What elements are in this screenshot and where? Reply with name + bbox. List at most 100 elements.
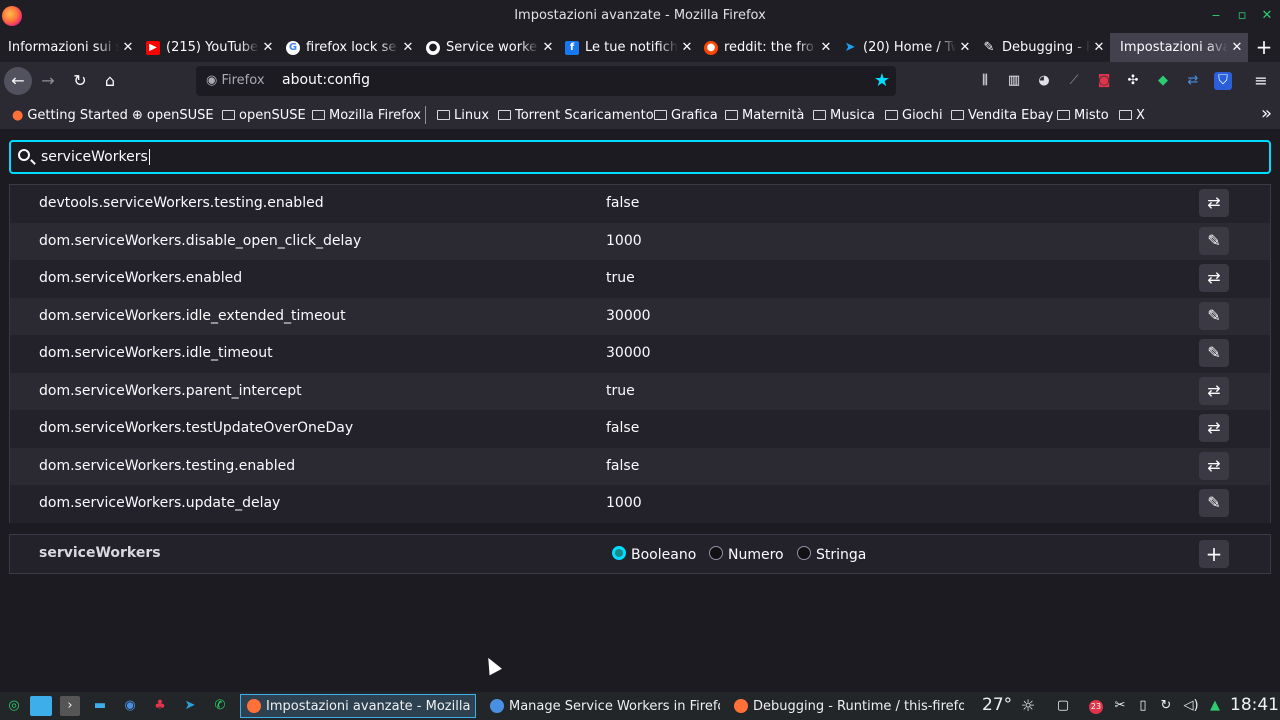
forward-button[interactable]: → — [34, 67, 62, 95]
tab-informazioni[interactable]: Informazioni sui s ✕ — [0, 33, 139, 62]
home-button[interactable]: ⌂ — [96, 67, 124, 95]
task-manage-service-workers[interactable]: Manage Service Workers in Firefox... — [484, 694, 720, 718]
app-red-icon[interactable]: ♣ — [150, 696, 170, 716]
notification-badge[interactable]: 23 — [1089, 700, 1103, 714]
type-radio-booleano[interactable]: Booleano — [612, 546, 696, 563]
app-launcher-icon[interactable]: ◎ — [4, 696, 24, 716]
bookmark-folder-misto[interactable]: Misto — [1057, 106, 1109, 124]
close-window-icon[interactable]: ✕ — [1258, 7, 1276, 25]
bookmark-folder-opensuse[interactable]: openSUSE — [222, 106, 306, 124]
library-icon[interactable]: ⫼ — [976, 72, 994, 90]
tab-github[interactable]: ● Service worke ✕ — [420, 33, 559, 62]
url-bar[interactable]: ◉ Firefox about:config ★ — [196, 66, 896, 96]
network-icon[interactable]: ✂ — [1111, 696, 1129, 716]
tab-google[interactable]: G firefox lock se ✕ — [280, 33, 419, 62]
tab-close-icon[interactable]: ✕ — [956, 40, 974, 55]
bookmark-folder-grafica[interactable]: Grafica — [654, 106, 718, 124]
tab-reddit[interactable]: ● reddit: the fro ✕ — [698, 33, 837, 62]
bookmark-folder-torrent[interactable]: Torrent Scaricamento — [498, 106, 654, 124]
minimize-icon[interactable]: ‒ — [1207, 7, 1225, 25]
bookmark-folder-musica[interactable]: Musica — [813, 106, 875, 124]
edit-pencil-icon[interactable]: ✎ — [1199, 339, 1229, 367]
pref-row[interactable]: dom.serviceWorkers.enabled true ⇄ — [10, 260, 1270, 298]
profile-icon[interactable]: ◕ — [1035, 72, 1053, 90]
preference-search-input[interactable]: serviceWorkers — [9, 140, 1271, 174]
wifi-icon[interactable]: ↻ — [1157, 696, 1175, 716]
sun-icon[interactable]: ☼ — [1018, 696, 1038, 716]
tab-youtube[interactable]: ▶ (215) YouTube ✕ — [140, 33, 279, 62]
battery-icon[interactable]: ▯ — [1134, 696, 1152, 716]
extension-puzzle-icon[interactable]: ✣ — [1124, 72, 1142, 90]
toggle-icon[interactable]: ⇄ — [1199, 264, 1229, 292]
search-value[interactable]: serviceWorkers — [41, 149, 150, 165]
desktop-icon[interactable] — [30, 696, 52, 716]
type-radio-stringa[interactable]: Stringa — [797, 546, 866, 563]
maximize-icon[interactable]: ▫ — [1233, 7, 1251, 25]
edit-pencil-icon[interactable]: ✎ — [1199, 301, 1229, 330]
clock[interactable]: 18:41 — [1230, 695, 1279, 715]
pref-row[interactable]: dom.serviceWorkers.idle_timeout 30000 ✎ — [10, 335, 1270, 373]
tab-close-icon[interactable]: ✕ — [817, 40, 835, 55]
telegram-icon[interactable]: ➤ — [180, 696, 200, 716]
tab-close-icon[interactable]: ✕ — [1228, 40, 1246, 55]
tray-expand-icon[interactable]: ▲ — [1208, 696, 1222, 716]
pref-row[interactable]: devtools.serviceWorkers.testing.enabled … — [10, 185, 1270, 223]
terminal-icon[interactable]: › — [60, 696, 80, 716]
pref-row[interactable]: dom.serviceWorkers.disable_open_click_de… — [10, 222, 1270, 260]
pref-row[interactable]: dom.serviceWorkers.parent_intercept true… — [10, 372, 1270, 410]
extension-green-icon[interactable]: ◆ — [1154, 72, 1172, 90]
screenshot-icon[interactable]: ◙ — [1095, 72, 1113, 90]
volume-icon[interactable]: ◁) — [1182, 696, 1200, 716]
bookmark-folder-vendita-ebay[interactable]: Vendita Ebay — [951, 106, 1053, 124]
back-button[interactable]: ← — [4, 67, 32, 95]
tab-debugging[interactable]: ✎ Debugging - R ✕ — [976, 33, 1110, 62]
tab-facebook[interactable]: f Le tue notifich ✕ — [559, 33, 698, 62]
bookmark-folder-giochi[interactable]: Giochi — [885, 106, 943, 124]
url-input[interactable]: about:config — [282, 72, 370, 88]
edit-pencil-icon[interactable]: ✎ — [1199, 489, 1229, 517]
bookmark-folder-x[interactable]: X — [1119, 106, 1145, 124]
pref-row[interactable]: dom.serviceWorkers.idle_extended_timeout… — [10, 297, 1270, 335]
translate-icon[interactable]: ⇄ — [1184, 72, 1202, 90]
toggle-icon[interactable]: ⇄ — [1199, 451, 1229, 480]
toggle-icon[interactable]: ⇄ — [1199, 189, 1229, 217]
sidebar-icon[interactable]: ▥ — [1005, 72, 1023, 90]
bookmark-getting-started[interactable]: ● Getting Started — [12, 106, 128, 124]
tab-impostazioni-avanzate[interactable]: Impostazioni ava ✕ — [1110, 33, 1248, 62]
tab-close-icon[interactable]: ✕ — [259, 40, 277, 55]
tab-close-icon[interactable]: ✕ — [1090, 40, 1108, 55]
reload-button[interactable]: ↻ — [66, 67, 94, 95]
add-pref-button[interactable]: + — [1199, 540, 1229, 568]
type-radio-numero[interactable]: Numero — [709, 546, 784, 563]
tab-close-icon[interactable]: ✕ — [539, 40, 557, 55]
bookmark-folder-maternita[interactable]: Maternità — [725, 106, 804, 124]
pref-row[interactable]: dom.serviceWorkers.testUpdateOverOneDay … — [10, 410, 1270, 448]
identity-label[interactable]: ◉ Firefox — [206, 73, 265, 88]
new-tab-button[interactable]: + — [1248, 33, 1280, 62]
chromium-icon[interactable]: ◉ — [120, 696, 140, 716]
task-debugging-runtime[interactable]: Debugging - Runtime / this-firefox... — [728, 694, 964, 718]
task-firefox-impostazioni[interactable]: Impostazioni avanzate - Mozilla Fir... — [240, 694, 476, 718]
bookmark-star-icon[interactable]: ★ — [874, 70, 890, 91]
pref-row[interactable]: dom.serviceWorkers.testing.enabled false… — [10, 447, 1270, 485]
bookmark-opensuse[interactable]: ⊕ openSUSE — [132, 106, 214, 124]
weather-temperature[interactable]: 27° — [982, 695, 1012, 715]
menu-hamburger-icon[interactable]: ≡ — [1252, 72, 1270, 90]
tab-close-icon[interactable]: ✕ — [119, 40, 137, 55]
notes-icon[interactable]: ▢ — [1054, 696, 1072, 716]
whatsapp-icon[interactable]: ✆ — [210, 696, 230, 716]
pref-row[interactable]: dom.serviceWorkers.update_delay 1000 ✎ — [10, 485, 1270, 523]
tab-close-icon[interactable]: ✕ — [678, 40, 696, 55]
toggle-icon[interactable]: ⇄ — [1199, 376, 1229, 405]
bitwarden-shield-icon[interactable]: ⛉ — [1214, 72, 1232, 90]
tab-twitter[interactable]: ➤ (20) Home / Tw ✕ — [837, 33, 976, 62]
edit-pencil-icon[interactable]: ✎ — [1199, 226, 1229, 255]
bookmark-folder-mozilla-firefox[interactable]: Mozilla Firefox — [312, 106, 421, 124]
extension-icon[interactable]: ⟋ — [1065, 72, 1083, 90]
bookmark-folder-linux[interactable]: Linux — [437, 106, 489, 124]
bookmarks-bar: ● Getting Started ⊕ openSUSE openSUSE Mozi… — [0, 100, 1280, 129]
tab-close-icon[interactable]: ✕ — [399, 40, 417, 55]
toggle-icon[interactable]: ⇄ — [1199, 414, 1229, 442]
chevron-double-right-icon[interactable]: » — [1261, 103, 1272, 124]
file-manager-icon[interactable]: ▬ — [90, 696, 110, 716]
